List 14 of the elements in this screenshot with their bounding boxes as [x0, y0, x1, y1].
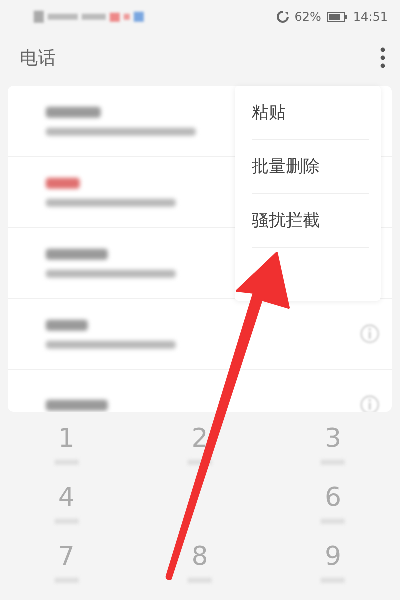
menu-item[interactable]: 粘贴 [252, 101, 286, 124]
keypad-digit[interactable]: 2 [192, 424, 208, 454]
keypad-digit[interactable]: 9 [325, 542, 342, 572]
app-title: 电话 [20, 47, 56, 70]
keypad-digit[interactable]: 8 [192, 542, 208, 572]
keypad-digit[interactable]: 7 [58, 542, 75, 572]
keypad-digit[interactable]: 1 [58, 424, 75, 454]
clock-time: 14:51 [353, 10, 388, 24]
keypad-digit[interactable]: 6 [325, 483, 342, 513]
menu-item[interactable]: 骚扰拦截 [252, 209, 320, 232]
keypad-digit[interactable]: 4 [58, 483, 75, 513]
menu-item[interactable]: 批量删除 [252, 155, 320, 178]
keypad-digit[interactable]: 3 [325, 424, 342, 454]
battery-percent: 62% [294, 10, 322, 24]
